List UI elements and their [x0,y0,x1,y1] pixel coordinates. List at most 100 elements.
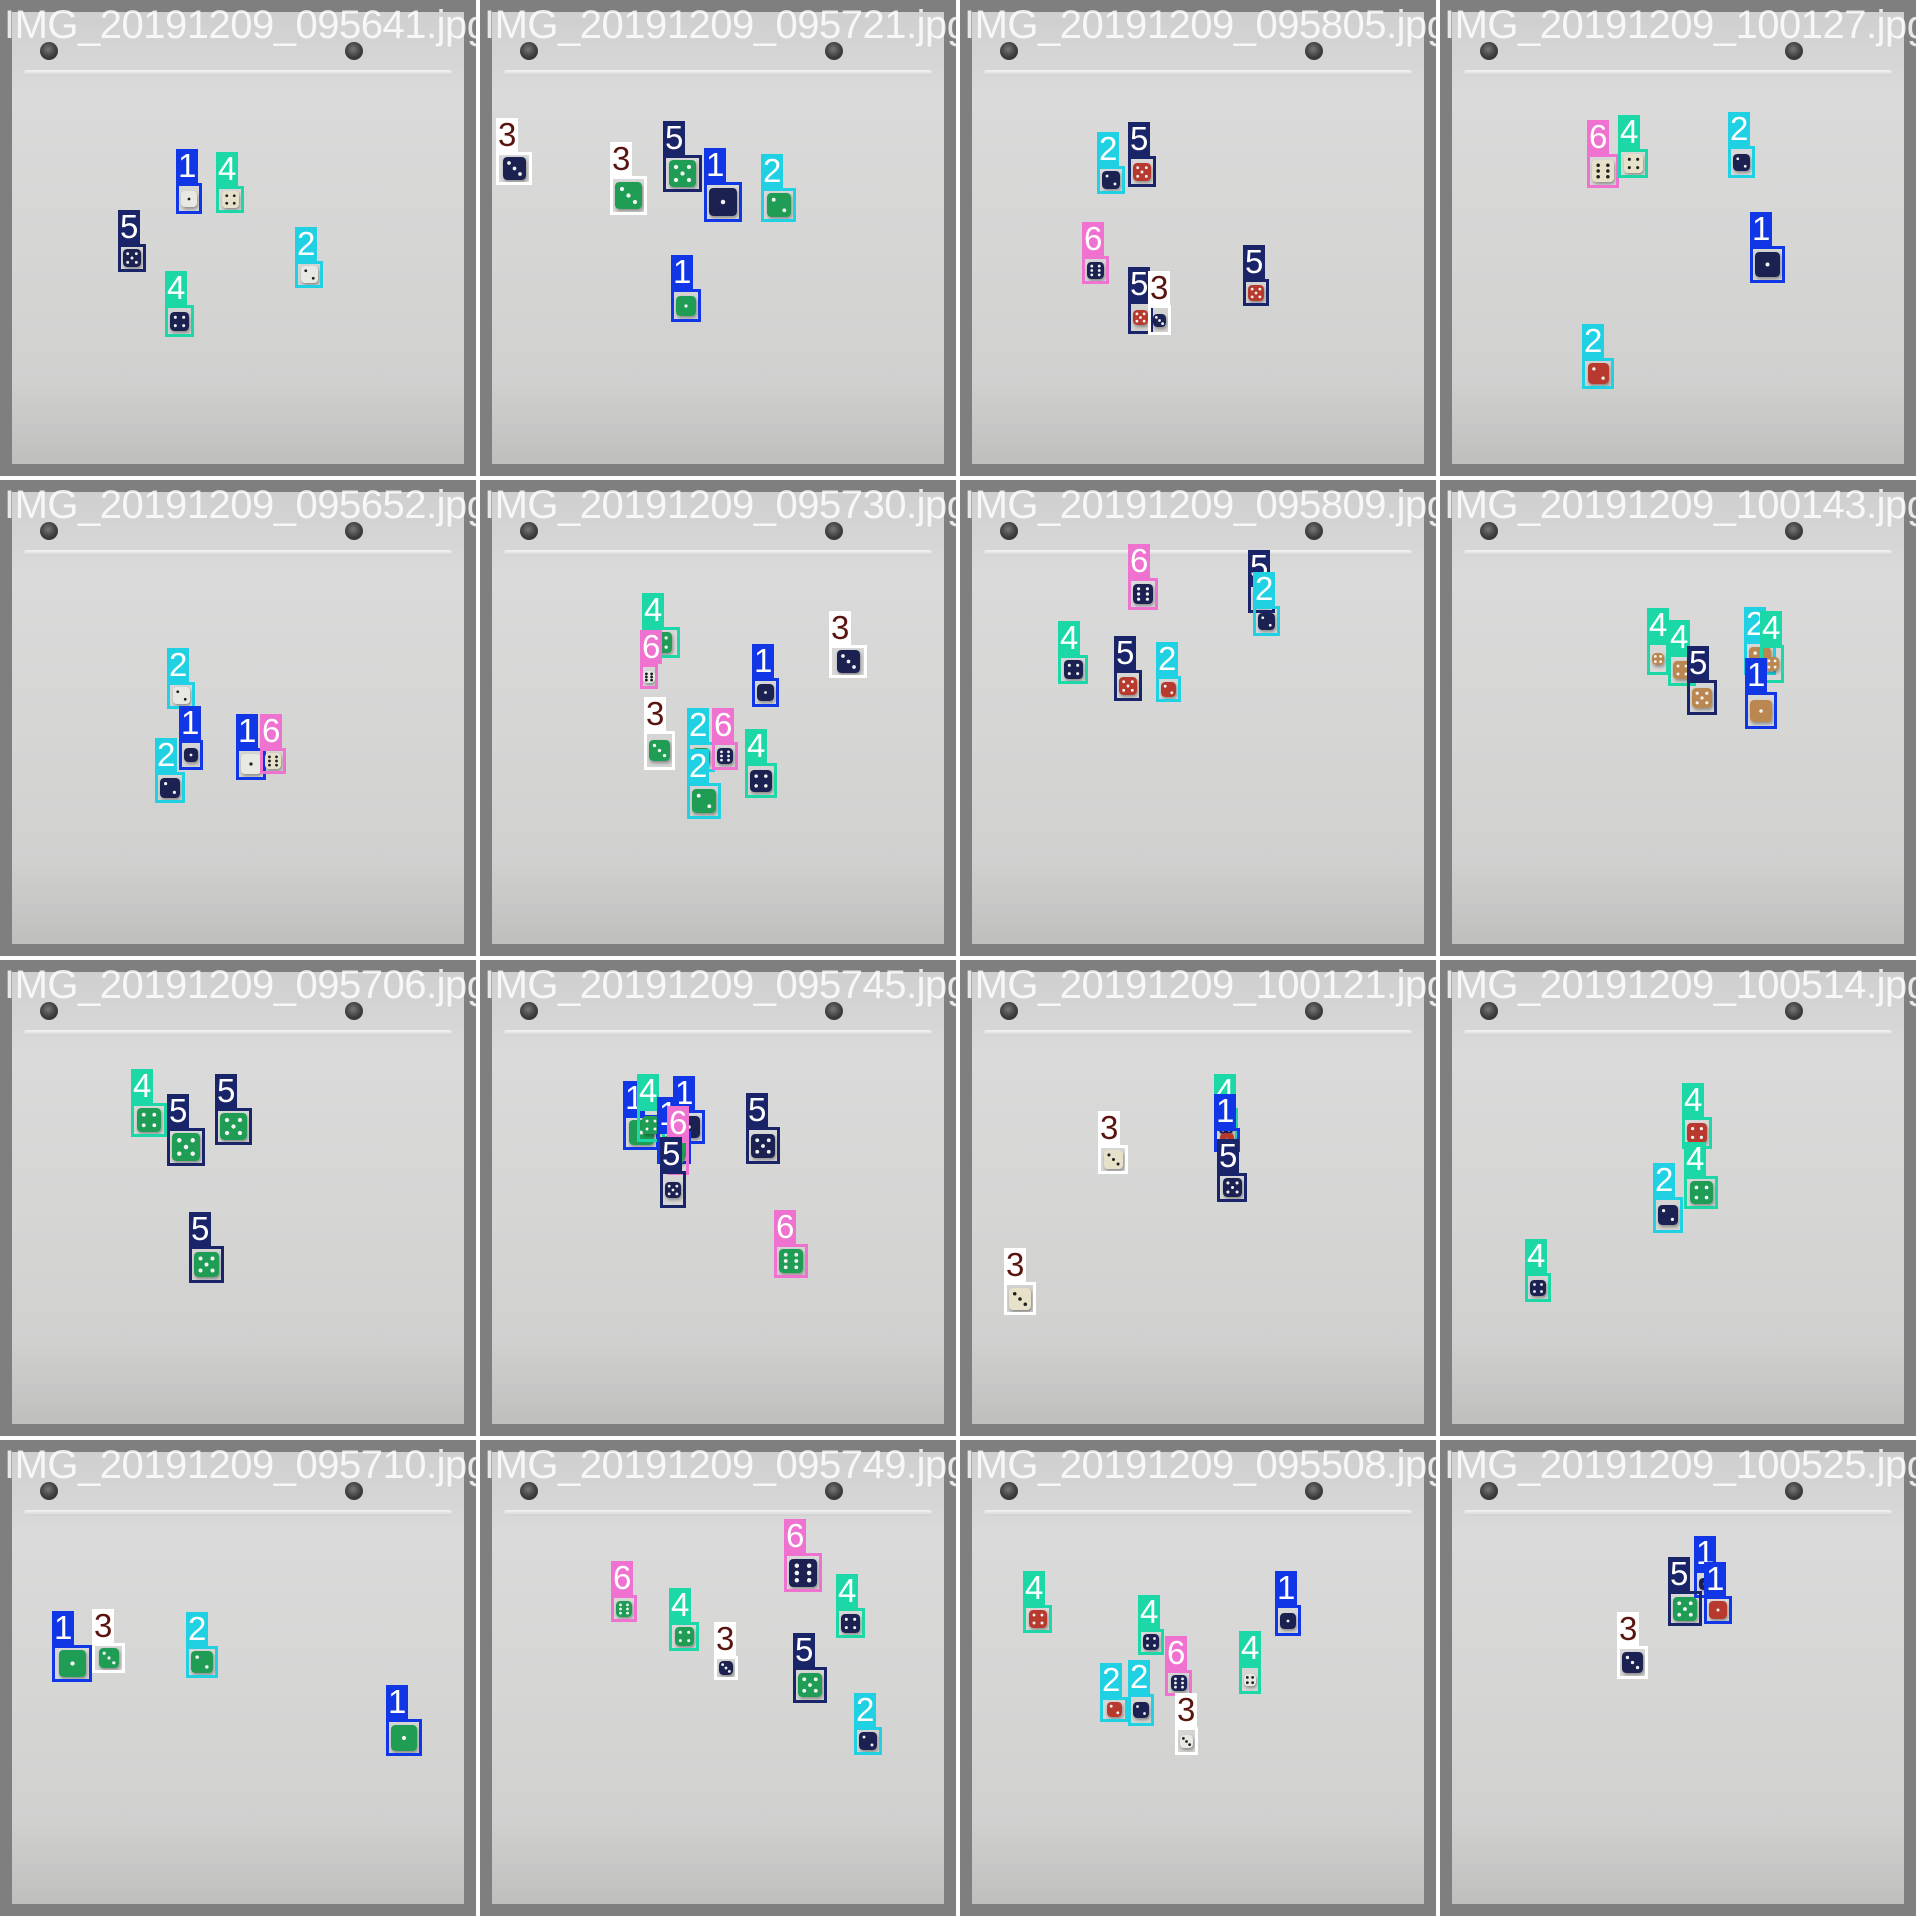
detection-box [1617,1646,1648,1679]
board-photo [12,12,464,464]
detection-box [1618,149,1648,178]
board-photo [492,972,944,1424]
detection-label: 4 [642,591,665,628]
detection-box [746,1127,780,1164]
paper-fold [504,70,932,76]
board-photo [492,12,944,464]
detection-box [1728,146,1755,178]
detection-label: 5 [1128,265,1151,302]
detection-box [1004,1282,1036,1315]
board-shadow [972,379,1424,464]
detection-label: 6 [260,712,283,749]
detection-label: 6 [784,1517,807,1554]
board-shadow [12,859,464,944]
detection-label: 6 [1128,542,1151,579]
image-tile: 1 4 5 2 4 IMG_20191209_095641.jpg [0,0,476,476]
detection-label: 6 [1587,118,1610,155]
detection-label: 2 [1653,1161,1676,1198]
detection-box [155,772,185,803]
board-photo [972,972,1424,1424]
image-filename: IMG_20191209_100143.jpg [1444,483,1916,527]
detection-label: 2 [167,646,190,683]
board-shadow [492,859,944,944]
detection-label: 5 [167,1092,190,1129]
board-shadow [492,1819,944,1904]
detection-box [1687,680,1717,715]
detection-box [92,1643,125,1673]
image-filename: IMG_20191209_095749.jpg [484,1443,956,1487]
detection-label: 4 [1058,619,1081,656]
detection-box [179,740,203,770]
image-filename: IMG_20191209_095730.jpg [484,483,956,527]
paper-fold [984,550,1412,556]
paper-fold [984,1510,1412,1516]
image-tile: 4 5 5 5 IMG_20191209_095706.jpg [0,960,476,1436]
detection-box [712,742,738,770]
board-photo [12,972,464,1424]
paper-fold [1464,550,1892,556]
detection-box [118,244,146,272]
detection-label: 2 [155,736,178,773]
detection-box [829,645,867,678]
detection-label: 6 [774,1208,797,1245]
paper-fold [24,1030,452,1036]
detection-box [687,783,721,819]
detection-box [660,1171,686,1208]
detection-label: 2 [1100,1661,1123,1698]
detection-box [1097,166,1125,194]
detection-label: 3 [1148,269,1171,306]
detection-label: 5 [118,208,141,245]
detection-label: 3 [1175,1691,1198,1728]
detection-box [176,183,202,214]
detection-label: 3 [496,116,519,153]
detection-label: 5 [215,1072,238,1109]
detection-box [793,1667,827,1703]
board-shadow [12,1339,464,1424]
image-filename: IMG_20191209_100525.jpg [1444,1443,1916,1487]
board-shadow [1452,1339,1904,1424]
detection-box [295,261,323,288]
detection-label: 5 [746,1091,769,1128]
detection-box [1582,358,1614,389]
detection-box [386,1719,422,1756]
image-tile: 6 5 2 4 5 2 IMG_20191209_095809.jpg [960,480,1436,956]
detection-label: 3 [92,1607,115,1644]
detection-label: 1 [1214,1092,1237,1129]
detection-label: 1 [1704,1560,1727,1597]
detection-label: 4 [1682,1081,1705,1118]
detection-box [1653,1197,1683,1233]
detection-box [1138,1629,1164,1655]
detection-label: 5 [1243,243,1266,280]
detection-box [1114,670,1142,701]
detection-label: 3 [1004,1246,1027,1283]
paper-fold [504,550,932,556]
detection-label: 6 [1082,220,1105,257]
detection-box [52,1645,92,1682]
image-filename: IMG_20191209_100121.jpg [964,963,1436,1007]
board-photo [1452,1452,1904,1904]
detection-label: 4 [1138,1593,1161,1630]
paper-fold [24,1510,452,1516]
detection-box [611,1595,637,1622]
image-filename: IMG_20191209_095508.jpg [964,1443,1436,1487]
board-shadow [492,379,944,464]
detection-box [836,1608,865,1638]
detection-label: 5 [1128,120,1151,157]
board-shadow [1452,379,1904,464]
detection-box [1253,606,1280,636]
detection-label: 4 [1023,1569,1046,1606]
detection-box [1217,1173,1247,1202]
detection-label: 6 [712,706,735,743]
image-filename: IMG_20191209_100127.jpg [1444,3,1916,47]
detection-label: 4 [165,269,188,306]
detection-label: 5 [1668,1555,1691,1592]
detection-box [1668,1591,1702,1626]
detection-box [671,289,701,322]
detection-label: 2 [186,1610,209,1647]
detection-label: 1 [671,253,694,290]
image-tile: 1 3 2 1 IMG_20191209_095710.jpg [0,1440,476,1916]
board-shadow [1452,859,1904,944]
detection-box [1243,279,1269,306]
board-photo [1452,492,1904,944]
detection-label: 1 [179,704,202,741]
